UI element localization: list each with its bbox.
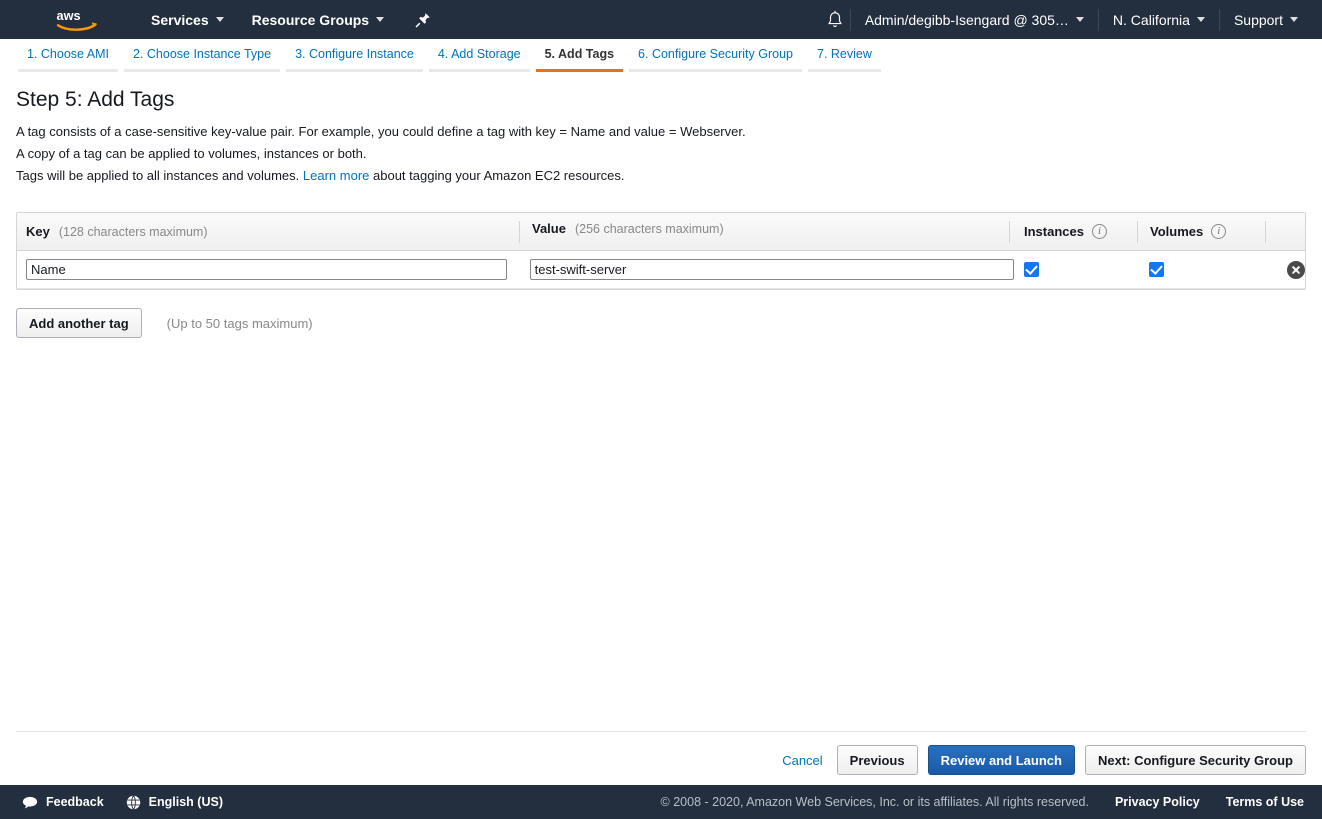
top-navigation-bar: aws Services Resource Groups [0,0,1322,39]
bell-icon-svg [826,10,844,30]
language-label: English (US) [149,795,223,809]
column-header-remove [1265,221,1305,243]
speech-bubble-icon-svg [22,796,38,809]
wizard-tab-choose-instance-type[interactable]: 2. Choose Instance Type [124,47,280,72]
column-header-volumes: Volumes i [1137,221,1265,243]
nav-account-menu[interactable]: Admin/degibb-Isengard @ 305… [851,0,1098,39]
main-content: Step 5: Add Tags A tag consists of a cas… [0,72,1322,785]
tags-table-header-row: Key (128 characters maximum) Value (256 … [17,213,1305,251]
info-icon[interactable]: i [1211,224,1226,239]
chevron-down-icon [1290,17,1298,22]
cancel-button[interactable]: Cancel [782,753,822,768]
add-tag-hint: (Up to 50 tags maximum) [167,316,313,331]
nav-support-label: Support [1234,12,1283,28]
nav-resource-groups-menu[interactable]: Resource Groups [238,0,398,39]
svg-text:aws: aws [57,8,81,23]
description-line-2: A copy of a tag can be applied to volume… [16,143,1306,165]
notifications-bell-icon[interactable] [826,10,844,30]
learn-more-link[interactable]: Learn more [303,168,369,183]
nav-account-label: Admin/degibb-Isengard @ 305… [865,12,1069,28]
cell-volumes [1135,262,1263,277]
nav-support-menu[interactable]: Support [1220,0,1312,39]
feedback-button[interactable]: Feedback [22,795,104,809]
nav-region-label: N. California [1113,12,1190,28]
nav-left-group: Services Resource Groups [137,0,432,39]
chevron-down-icon [1076,17,1084,22]
previous-button[interactable]: Previous [837,745,918,775]
column-header-value: Value (256 characters maximum) [519,221,1009,243]
wizard-actions: Cancel Previous Review and Launch Next: … [782,745,1306,775]
bottom-bar-left: Feedback English (US) [22,795,223,810]
description-line-3: Tags will be applied to all instances an… [16,165,1306,187]
tag-value-input[interactable] [530,259,1014,280]
nav-services-label: Services [151,12,209,28]
instances-checkbox[interactable] [1024,262,1039,277]
description-line-1: A tag consists of a case-sensitive key-v… [16,121,1306,143]
ec2-launch-wizard-page: aws Services Resource Groups [0,0,1322,819]
language-selector[interactable]: English (US) [126,795,223,810]
volumes-header-label: Volumes [1150,224,1203,239]
description-line-3-after: about tagging your Amazon EC2 resources. [373,168,624,183]
key-header-label: Key [26,224,50,239]
wizard-step-tabs: 1. Choose AMI 2. Choose Instance Type 3.… [0,39,1322,72]
page-title: Step 5: Add Tags [16,88,1306,112]
wizard-tab-review[interactable]: 7. Review [808,47,881,72]
key-header-hint: (128 characters maximum) [59,225,208,239]
cell-instances [1008,262,1136,277]
next-configure-security-group-button[interactable]: Next: Configure Security Group [1085,745,1306,775]
nav-services-menu[interactable]: Services [137,0,238,39]
wizard-tab-configure-security-group[interactable]: 6. Configure Security Group [629,47,802,72]
pushpin-icon[interactable] [414,11,432,29]
feedback-label: Feedback [46,795,104,809]
add-another-tag-button[interactable]: Add another tag [16,308,142,338]
copyright-text: © 2008 - 2020, Amazon Web Services, Inc.… [661,795,1089,809]
bottom-status-bar: Feedback English (US) © 2008 - 2020, Ama… [0,785,1322,819]
value-header-label: Value [532,221,566,236]
page-description: A tag consists of a case-sensitive key-v… [16,121,1306,187]
chevron-down-icon [376,17,384,22]
nav-region-menu[interactable]: N. California [1099,0,1219,39]
wizard-tab-choose-ami[interactable]: 1. Choose AMI [18,47,118,72]
value-header-hint: (256 characters maximum) [575,222,724,236]
chevron-down-icon [1197,17,1205,22]
wizard-tab-configure-instance[interactable]: 3. Configure Instance [286,47,423,72]
speech-bubble-icon [22,796,38,809]
description-line-3-before: Tags will be applied to all instances an… [16,168,299,183]
tag-key-input[interactable] [26,259,507,280]
wizard-tab-add-storage[interactable]: 4. Add Storage [429,47,530,72]
review-and-launch-button[interactable]: Review and Launch [928,745,1075,775]
instances-header-label: Instances [1024,224,1084,239]
remove-tag-icon[interactable] [1287,261,1305,279]
pushpin-icon-svg [414,11,432,29]
column-header-key: Key (128 characters maximum) [17,224,519,239]
globe-icon [126,795,141,810]
aws-logo-svg: aws [55,8,109,32]
nav-resource-groups-label: Resource Groups [252,12,369,28]
info-icon[interactable]: i [1092,224,1107,239]
volumes-checkbox[interactable] [1149,262,1164,277]
cell-key [17,259,518,280]
cell-remove [1263,261,1305,279]
nav-right-group: Admin/degibb-Isengard @ 305… N. Californ… [826,0,1322,39]
bottom-bar-right: © 2008 - 2020, Amazon Web Services, Inc.… [661,795,1304,809]
cell-value [518,259,1008,280]
actions-divider [16,731,1306,732]
aws-logo[interactable]: aws [55,8,109,32]
chevron-down-icon [216,17,224,22]
privacy-policy-link[interactable]: Privacy Policy [1115,795,1200,809]
add-tag-row: Add another tag (Up to 50 tags maximum) [16,308,1306,338]
table-row [17,251,1305,289]
wizard-tab-add-tags[interactable]: 5. Add Tags [536,47,623,72]
terms-of-use-link[interactable]: Terms of Use [1226,795,1304,809]
column-header-instances: Instances i [1009,221,1137,243]
globe-icon-svg [126,795,141,810]
tags-table: Key (128 characters maximum) Value (256 … [16,212,1306,290]
